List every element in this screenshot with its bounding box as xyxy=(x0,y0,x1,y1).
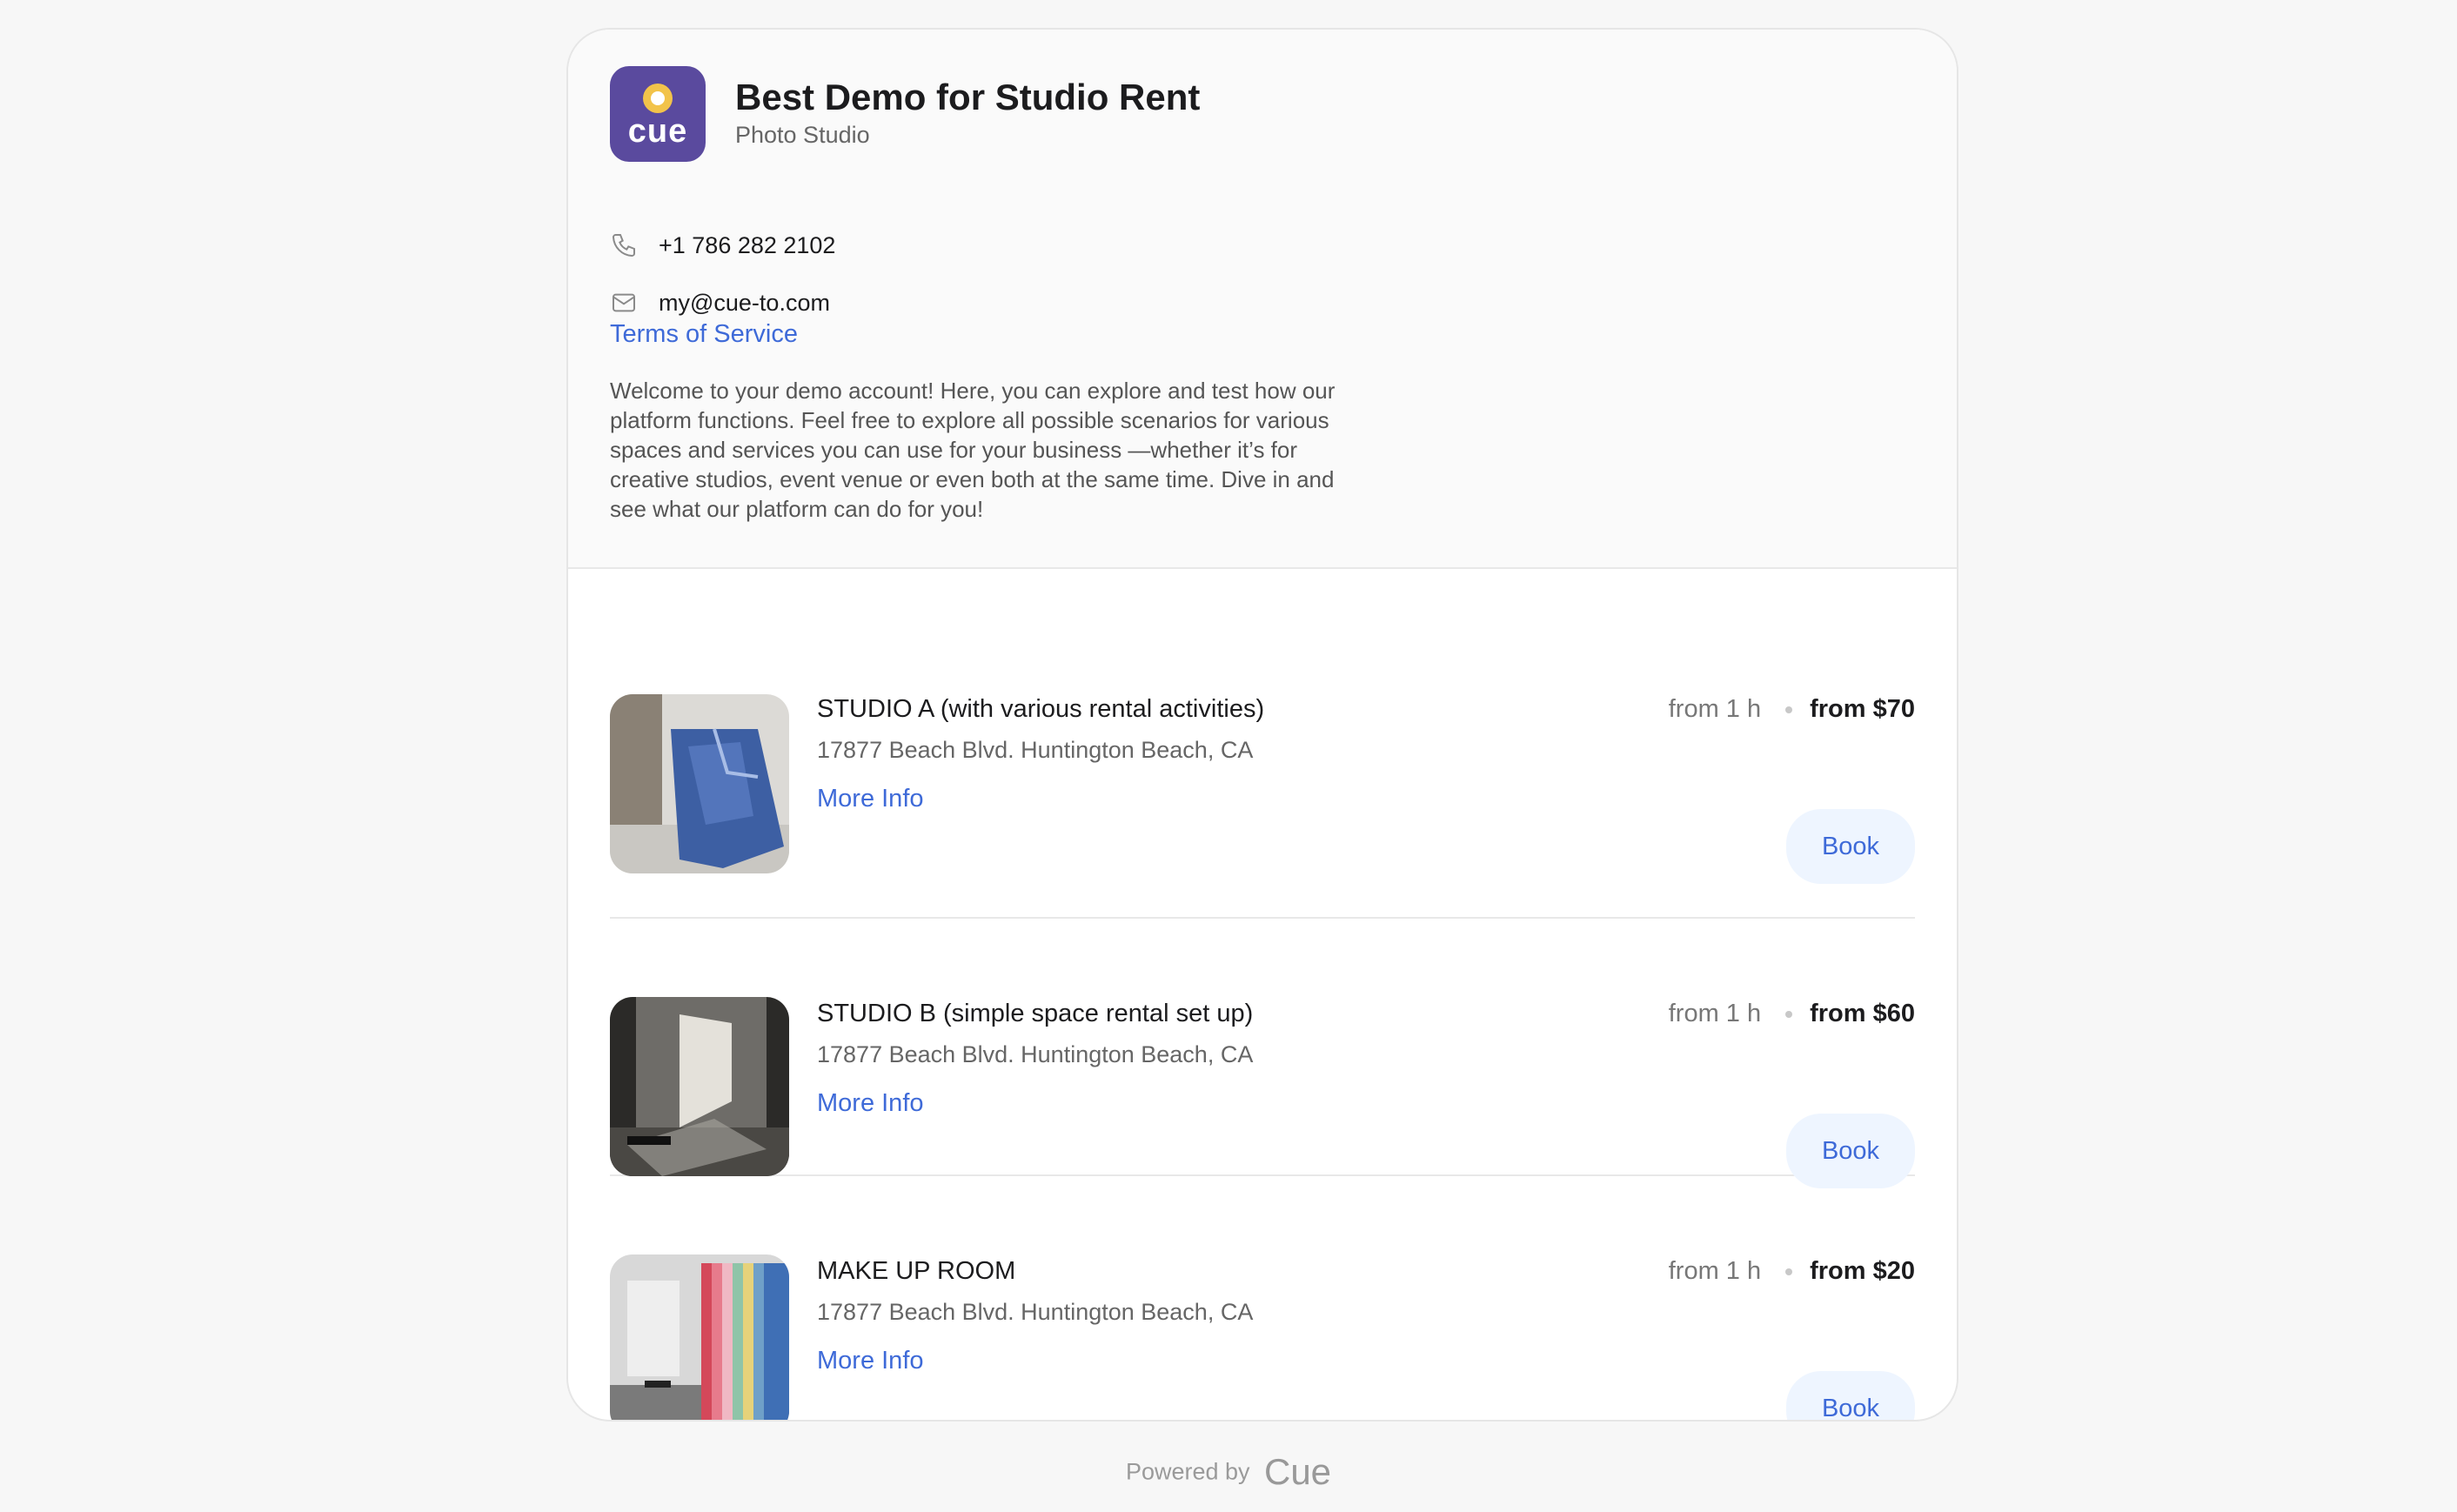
business-card: cue Best Demo for Studio Rent Photo Stud… xyxy=(566,28,1958,1422)
service-thumbnail[interactable] xyxy=(610,1254,789,1420)
service-address: 17877 Beach Blvd. Huntington Beach, CA xyxy=(817,1041,1254,1067)
list-item: STUDIO A (with various rental activities… xyxy=(610,614,1915,919)
service-price: from $70 xyxy=(1810,695,1915,723)
business-description: Welcome to your demo account! Here, you … xyxy=(610,378,1336,522)
logo-text: cue xyxy=(627,113,688,150)
book-button[interactable]: Book xyxy=(1786,1371,1915,1420)
separator-dot xyxy=(1785,706,1793,713)
more-info-link[interactable]: More Info xyxy=(817,785,924,813)
terms-of-service-link[interactable]: Terms of Service xyxy=(610,320,798,349)
phone-row[interactable]: +1 786 282 2102 xyxy=(610,231,835,259)
list-item: STUDIO B (simple space rental set up) 17… xyxy=(610,919,1915,1188)
mail-icon xyxy=(613,293,635,312)
service-address: 17877 Beach Blvd. Huntington Beach, CA xyxy=(817,1299,1254,1325)
services-list: STUDIO A (with various rental activities… xyxy=(568,569,1957,1420)
service-price: from $20 xyxy=(1810,1257,1915,1285)
service-duration: from 1 h xyxy=(1668,1000,1762,1027)
service-price: from $60 xyxy=(1810,1000,1915,1027)
email-row[interactable]: my@cue-to.com xyxy=(610,289,830,317)
business-header: cue Best Demo for Studio Rent Photo Stud… xyxy=(568,30,1957,569)
service-pricing: from 1 h from $60 xyxy=(1669,1000,1915,1028)
cue-brand: Cue xyxy=(1263,1451,1332,1492)
service-name: MAKE UP ROOM xyxy=(817,1257,1016,1285)
business-title: Best Demo for Studio Rent xyxy=(735,77,1201,117)
service-duration: from 1 h xyxy=(1668,695,1762,723)
separator-dot xyxy=(1785,1010,1793,1018)
more-info-link[interactable]: More Info xyxy=(817,1089,924,1118)
phone-icon xyxy=(612,234,635,258)
service-thumbnail[interactable] xyxy=(610,694,789,873)
business-logo: cue xyxy=(610,66,706,162)
list-item: MAKE UP ROOM 17877 Beach Blvd. Huntingto… xyxy=(610,1176,1915,1420)
logo-mark-icon xyxy=(643,84,673,113)
powered-by-footer[interactable]: Powered by Cue xyxy=(0,1451,2457,1493)
book-button[interactable]: Book xyxy=(1786,809,1915,884)
service-name: STUDIO B (simple space rental set up) xyxy=(817,1000,1254,1027)
service-duration: from 1 h xyxy=(1668,1257,1762,1285)
service-thumbnail[interactable] xyxy=(610,997,789,1176)
powered-by-label: Powered by xyxy=(1125,1458,1250,1485)
email-address: my@cue-to.com xyxy=(659,289,830,316)
phone-number: +1 786 282 2102 xyxy=(659,231,836,258)
service-address: 17877 Beach Blvd. Huntington Beach, CA xyxy=(817,737,1254,763)
more-info-link[interactable]: More Info xyxy=(817,1347,924,1375)
service-pricing: from 1 h from $70 xyxy=(1669,695,1915,724)
business-category: Photo Studio xyxy=(735,122,870,148)
service-name: STUDIO A (with various rental activities… xyxy=(817,695,1265,723)
service-pricing: from 1 h from $20 xyxy=(1669,1257,1915,1286)
separator-dot xyxy=(1785,1268,1793,1275)
